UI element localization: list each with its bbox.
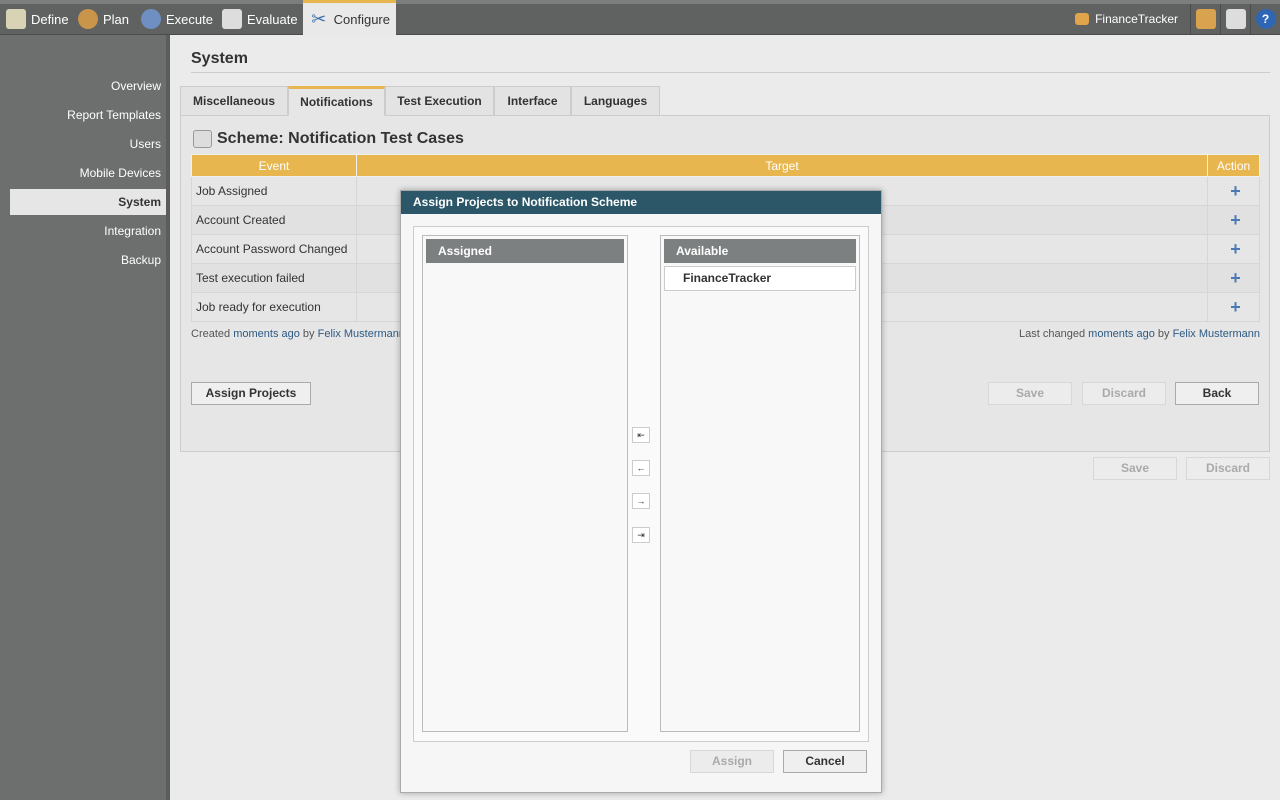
project-search-button[interactable] xyxy=(1190,4,1220,34)
add-target-button[interactable]: + xyxy=(1207,234,1260,264)
nav-define[interactable]: Define xyxy=(0,4,75,34)
add-target-button[interactable]: + xyxy=(1207,205,1260,235)
back-button[interactable]: Back xyxy=(1175,382,1259,405)
move-left-button[interactable]: ← xyxy=(632,460,650,476)
envelope-icon xyxy=(193,130,212,148)
divider xyxy=(191,72,1270,73)
scheme-heading: Scheme: Notification Test Cases xyxy=(193,130,464,148)
gear-icon xyxy=(141,9,161,29)
assign-projects-button[interactable]: Assign Projects xyxy=(191,382,311,405)
available-list[interactable]: Available FinanceTracker xyxy=(660,235,860,732)
nav-configure[interactable]: ✂ Configure xyxy=(303,0,396,35)
add-target-button[interactable]: + xyxy=(1207,176,1260,206)
tab-notifications[interactable]: Notifications xyxy=(288,86,385,116)
scheme-save-button[interactable]: Save xyxy=(988,382,1072,405)
sidebar-divider xyxy=(166,35,170,800)
notepad-icon xyxy=(6,9,26,29)
sidebar: Overview Report Templates Users Mobile D… xyxy=(0,35,170,800)
discard-button[interactable]: Discard xyxy=(1186,457,1270,480)
sidebar-item-overview[interactable]: Overview xyxy=(10,73,166,99)
created-info: Created moments ago by Felix Mustermann xyxy=(191,328,406,340)
sidebar-item-report-templates[interactable]: Report Templates xyxy=(10,102,166,128)
scheme-discard-button[interactable]: Discard xyxy=(1082,382,1166,405)
tools-icon: ✂ xyxy=(311,9,327,29)
sidebar-item-users[interactable]: Users xyxy=(10,131,166,157)
project-selector[interactable]: FinanceTracker xyxy=(1063,12,1190,26)
save-button[interactable]: Save xyxy=(1093,457,1177,480)
nav-execute[interactable]: Execute xyxy=(135,4,219,34)
changed-info: Last changed moments ago by Felix Muster… xyxy=(1019,328,1260,340)
list-item[interactable]: FinanceTracker xyxy=(664,266,856,291)
sidebar-item-integration[interactable]: Integration xyxy=(10,218,166,244)
add-target-button[interactable]: + xyxy=(1207,263,1260,293)
report-icon xyxy=(222,9,242,29)
dialog-title: Assign Projects to Notification Scheme xyxy=(401,191,881,214)
help-button[interactable]: ? xyxy=(1250,4,1280,34)
tab-interface[interactable]: Interface xyxy=(494,86,571,116)
page-title: System xyxy=(191,50,248,67)
nav-plan[interactable]: Plan xyxy=(72,4,135,34)
sidebar-item-system[interactable]: System xyxy=(10,189,170,215)
move-all-left-button[interactable]: ⇤ xyxy=(632,427,650,443)
cancel-button[interactable]: Cancel xyxy=(783,750,867,773)
sidebar-item-backup[interactable]: Backup xyxy=(10,247,166,273)
sidebar-item-mobile-devices[interactable]: Mobile Devices xyxy=(10,160,166,186)
tab-languages[interactable]: Languages xyxy=(571,86,660,116)
assign-button[interactable]: Assign xyxy=(690,750,774,773)
tab-test-execution[interactable]: Test Execution xyxy=(385,86,494,116)
document-clock-icon xyxy=(1225,9,1246,29)
move-all-right-button[interactable]: ⇥ xyxy=(632,527,650,543)
box-search-icon xyxy=(1195,9,1216,29)
nav-evaluate[interactable]: Evaluate xyxy=(216,4,304,34)
created-user-link[interactable]: Felix Mustermann xyxy=(318,328,405,340)
changed-user-link[interactable]: Felix Mustermann xyxy=(1173,328,1260,340)
add-target-button[interactable]: + xyxy=(1207,292,1260,322)
tab-miscellaneous[interactable]: Miscellaneous xyxy=(180,86,288,116)
history-button[interactable] xyxy=(1220,4,1250,34)
assign-projects-dialog: Assign Projects to Notification Scheme A… xyxy=(400,190,882,793)
users-icon xyxy=(78,9,98,29)
move-right-button[interactable]: → xyxy=(632,493,650,509)
assigned-list[interactable]: Assigned xyxy=(422,235,628,732)
box-icon xyxy=(1075,13,1090,25)
help-icon: ? xyxy=(1255,9,1276,29)
top-bar: Define Plan Execute Evaluate ✂ Configure … xyxy=(0,0,1280,35)
